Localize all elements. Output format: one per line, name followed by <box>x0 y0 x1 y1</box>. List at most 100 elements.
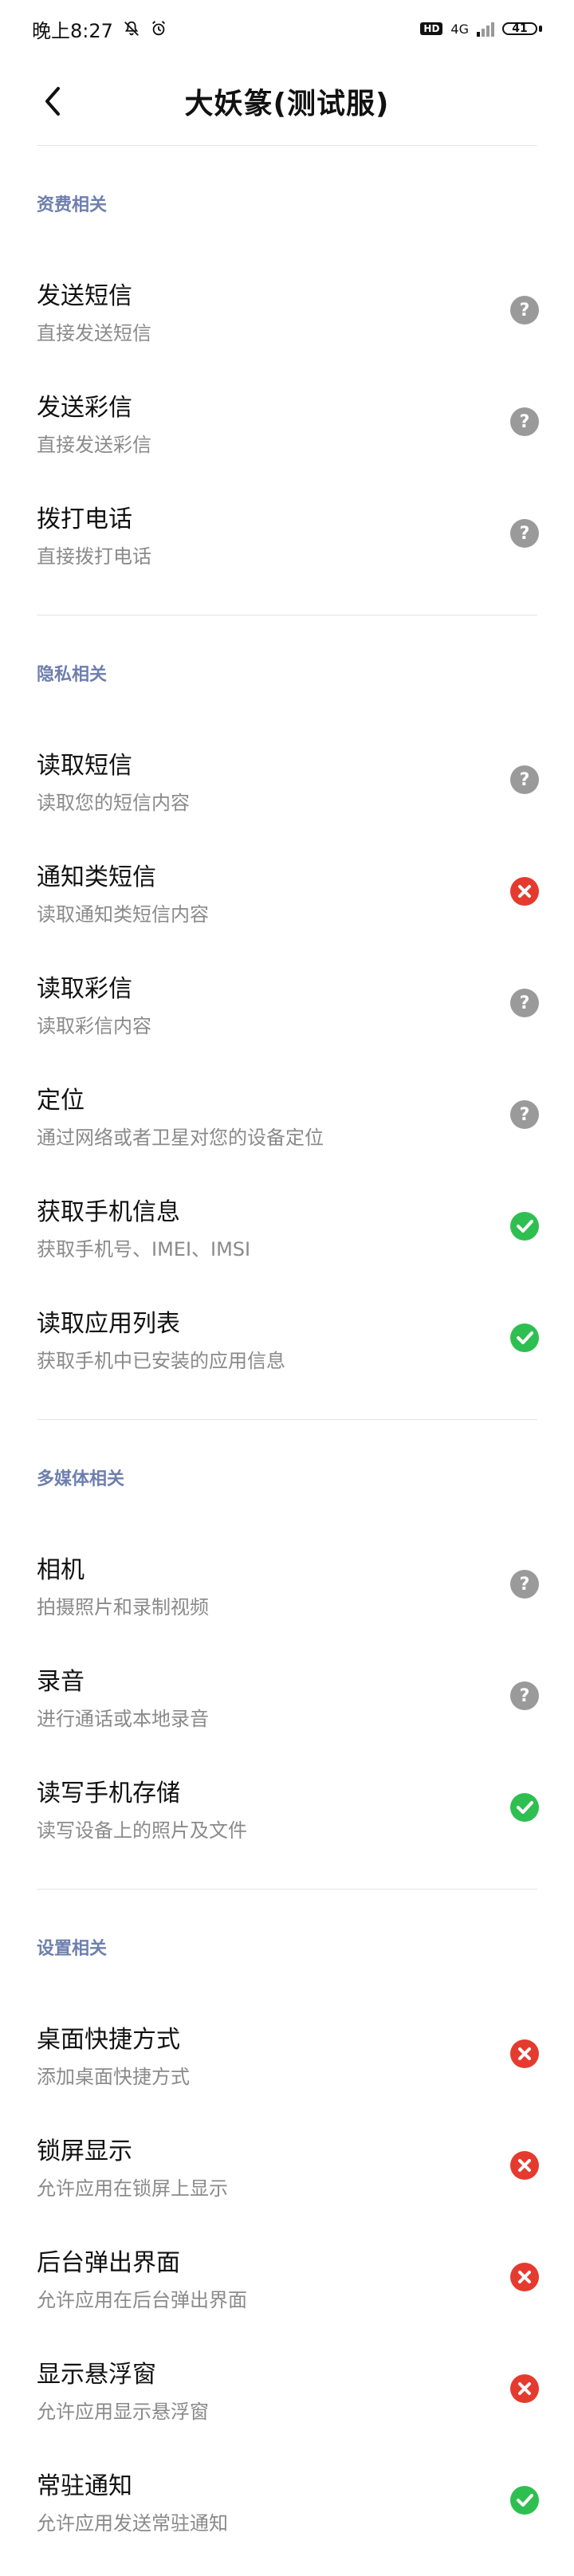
permission-description: 读写设备上的照片及文件 <box>37 1819 247 1842</box>
permission-description: 允许应用在后台弹出界面 <box>37 2288 247 2311</box>
permission-title: 定位 <box>37 1086 85 1115</box>
permission-title: 锁屏显示 <box>37 2137 132 2165</box>
permission-texts: 常驻通知允许应用发送常驻通知 <box>37 2466 228 2535</box>
permission-title: 常驻通知 <box>37 2472 132 2500</box>
question-icon[interactable]: ? <box>510 989 539 1017</box>
svg-text:?: ? <box>520 1575 530 1595</box>
svg-text:?: ? <box>520 412 530 432</box>
permission-item[interactable]: 读写手机存储读写设备上的照片及文件 <box>0 1752 574 1863</box>
svg-text:?: ? <box>520 301 530 321</box>
section-title: 资费相关 <box>37 195 108 215</box>
permission-item[interactable]: 获取手机信息获取手机号、IMEI、IMSI <box>0 1170 574 1282</box>
permission-description: 直接发送短信 <box>37 321 151 344</box>
permission-description: 获取手机号、IMEI、IMSI <box>37 1237 251 1260</box>
permission-texts: 读取短信读取您的短信内容 <box>37 745 190 815</box>
question-icon[interactable]: ? <box>510 1570 539 1599</box>
permission-description: 读取您的短信内容 <box>37 791 190 814</box>
permission-texts: 读写手机存储读写设备上的照片及文件 <box>37 1773 247 1843</box>
permission-description: 添加桌面快捷方式 <box>37 2065 190 2088</box>
permission-texts: 后台弹出界面 允许应用在后台弹出界面 <box>37 2243 247 2312</box>
cross-icon[interactable] <box>510 2263 539 2291</box>
permission-description: 拍摄照片和录制视频 <box>37 1595 209 1618</box>
permission-texts: 显示悬浮窗 允许应用显示悬浮窗 <box>37 2354 209 2424</box>
check-icon[interactable] <box>510 1212 539 1241</box>
permission-description: 允许应用发送常驻通知 <box>37 2511 228 2535</box>
back-button[interactable] <box>37 83 69 120</box>
check-icon[interactable] <box>510 2486 539 2515</box>
permission-item[interactable]: 显示悬浮窗 允许应用显示悬浮窗 <box>0 2333 574 2444</box>
battery-level: 41 <box>502 22 537 35</box>
permission-item[interactable]: 定位通过网络或者卫星对您的设备定位? <box>0 1059 574 1170</box>
cross-icon[interactable] <box>510 2151 539 2180</box>
permission-texts: 读取应用列表 获取手机中已安装的应用信息 <box>37 1304 285 1373</box>
cross-icon[interactable] <box>510 877 539 906</box>
permission-item[interactable]: 相机拍摄照片和录制视频? <box>0 1528 574 1640</box>
permission-title: 读取彩信 <box>37 974 132 1003</box>
section-title: 多媒体相关 <box>37 1469 125 1489</box>
permission-texts: 发送短信直接发送短信 <box>37 276 151 345</box>
permission-section: 资费相关 发送短信 直接发送短信? 发送彩信 直接发送彩信? 拨打电话 直接拨打电话? <box>0 146 574 589</box>
permission-item[interactable]: 后台弹出界面 允许应用在后台弹出界面 <box>0 2221 574 2333</box>
status-left: 晚上8:27 <box>32 15 167 43</box>
network-type: 4G <box>450 21 469 37</box>
permission-description: 允许应用显示悬浮窗 <box>37 2400 209 2423</box>
permission-item[interactable]: 常驻通知允许应用发送常驻通知 <box>0 2444 574 2556</box>
permission-item[interactable]: 通知类短信 读取通知类短信内容 <box>0 836 574 947</box>
question-icon[interactable]: ? <box>510 296 539 324</box>
permission-item[interactable]: 拨打电话 直接拨打电话? <box>0 478 574 589</box>
hd-badge: HD <box>420 22 443 35</box>
permission-item[interactable]: 桌面快捷方式添加桌面快捷方式 <box>0 1998 574 2110</box>
permission-item[interactable]: 读取彩信 读取彩信内容? <box>0 947 574 1059</box>
permission-texts: 发送彩信 直接发送彩信 <box>37 387 151 457</box>
permission-title: 桌面快捷方式 <box>37 2025 180 2054</box>
permission-title: 发送短信 <box>37 281 132 310</box>
check-icon[interactable] <box>510 1793 539 1822</box>
permission-description: 通过网络或者卫星对您的设备定位 <box>37 1126 324 1149</box>
permission-title: 相机 <box>37 1555 85 1584</box>
battery-icon: 41 <box>502 22 542 35</box>
cross-icon[interactable] <box>510 2374 539 2403</box>
permission-item[interactable]: 录音 进行通话或本地录音? <box>0 1640 574 1752</box>
svg-text:?: ? <box>520 1686 530 1706</box>
permission-title: 获取手机信息 <box>37 1198 180 1226</box>
notifications-muted-icon <box>123 20 140 37</box>
permission-description: 直接拨打电话 <box>37 545 151 568</box>
status-bar: 晚上8:27 HD 4G 41 <box>0 0 574 57</box>
permission-item[interactable]: 读取应用列表 获取手机中已安装的应用信息 <box>0 1282 574 1394</box>
permission-description: 进行通话或本地录音 <box>37 1707 209 1730</box>
svg-text:?: ? <box>520 770 530 790</box>
question-icon[interactable]: ? <box>510 519 539 548</box>
permission-item[interactable]: 发送彩信 直接发送彩信? <box>0 366 574 478</box>
question-icon[interactable]: ? <box>510 407 539 436</box>
permission-title: 读写手机存储 <box>37 1779 180 1807</box>
alarm-icon <box>150 20 167 37</box>
signal-icon <box>477 21 494 37</box>
permission-item[interactable]: 锁屏显示允许应用在锁屏上显示 <box>0 2110 574 2221</box>
permission-texts: 读取彩信 读取彩信内容 <box>37 969 151 1038</box>
nav-bar: 大妖篆(测试服) <box>0 57 574 145</box>
check-icon[interactable] <box>510 1323 539 1352</box>
permission-title: 发送彩信 <box>37 393 132 422</box>
page-title: 大妖篆(测试服) <box>184 88 390 120</box>
question-icon[interactable]: ? <box>510 765 539 794</box>
question-icon[interactable]: ? <box>510 1100 539 1129</box>
section-title: 设置相关 <box>37 1939 108 1959</box>
permission-title: 读取短信 <box>37 751 132 780</box>
permission-title: 通知类短信 <box>37 863 156 891</box>
permission-item[interactable]: 发送短信直接发送短信? <box>0 254 574 366</box>
cross-icon[interactable] <box>510 2039 539 2068</box>
svg-text:?: ? <box>520 993 530 1013</box>
svg-text:?: ? <box>520 524 530 544</box>
question-icon[interactable]: ? <box>510 1681 539 1710</box>
permission-title: 读取应用列表 <box>37 1309 180 1338</box>
permission-section: 设置相关桌面快捷方式添加桌面快捷方式锁屏显示允许应用在锁屏上显示后台弹出界面 允许… <box>0 1890 574 2556</box>
permission-section: 隐私相关 读取短信 读取您的短信内容? 通知类短信 读取通知类短信内容 读取彩信 读取彩信内… <box>0 615 574 1394</box>
permission-description: 允许应用在锁屏上显示 <box>37 2177 228 2200</box>
permission-item[interactable]: 读取短信读取您的短信内容? <box>0 724 574 836</box>
permission-section: 多媒体相关 相机 拍摄照片和录制视频? 录音 进行通话或本地录音? 读写手机存储 读写设备上… <box>0 1420 574 1863</box>
permissions-list: 资费相关 发送短信 直接发送短信? 发送彩信 直接发送彩信? 拨打电话 直接拨打电话? 隐私相… <box>0 146 574 2556</box>
svg-text:?: ? <box>520 1105 530 1125</box>
status-right: HD 4G 41 <box>420 21 542 37</box>
permission-texts: 桌面快捷方式添加桌面快捷方式 <box>37 2020 190 2089</box>
permission-texts: 锁屏显示允许应用在锁屏上显示 <box>37 2131 228 2200</box>
